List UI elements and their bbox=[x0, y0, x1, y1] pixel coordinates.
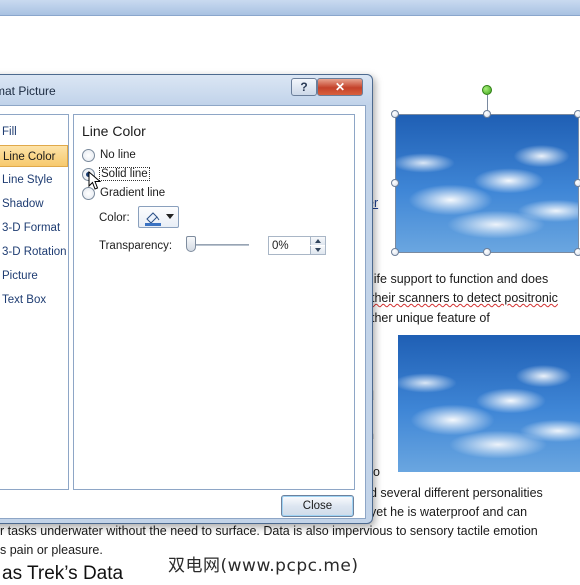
spin-up-button[interactable] bbox=[310, 237, 325, 245]
doc-heading: as Trek’s Data bbox=[2, 563, 124, 584]
category-shadow[interactable]: Shadow bbox=[0, 193, 68, 215]
doc-text-line: their scanners to detect positronic bbox=[371, 291, 558, 305]
help-icon: ? bbox=[300, 80, 308, 94]
no-line-option[interactable]: No line bbox=[82, 146, 136, 164]
category-picture[interactable]: Picture bbox=[0, 265, 68, 287]
dialog-titlebar[interactable]: mat Picture ? ✕ bbox=[0, 75, 372, 105]
doc-text-line: r tasks underwater without the need to s… bbox=[0, 524, 538, 538]
mouse-cursor-icon bbox=[88, 171, 102, 190]
resize-handle-e[interactable] bbox=[574, 179, 580, 187]
color-picker-button[interactable] bbox=[138, 206, 179, 228]
doc-text-line: s pain or pleasure. bbox=[0, 543, 103, 557]
format-picture-dialog: mat Picture ? ✕ Fill Line Color Line Sty… bbox=[0, 74, 373, 524]
doc-text-line: yet he is waterproof and can bbox=[370, 505, 528, 519]
transparency-slider-thumb[interactable] bbox=[186, 236, 196, 252]
resize-handle-sw[interactable] bbox=[391, 248, 399, 256]
category-line-style[interactable]: Line Style bbox=[0, 169, 68, 191]
panel-heading: Line Color bbox=[82, 123, 146, 139]
selection-frame bbox=[395, 114, 579, 253]
doc-text-line: life support to function and does bbox=[371, 272, 549, 286]
solid-line-label: Solid line bbox=[99, 167, 150, 181]
close-icon: ✕ bbox=[334, 80, 346, 94]
no-line-radio[interactable] bbox=[82, 148, 95, 162]
category-list: Fill Line Color Line Style Shadow 3-D Fo… bbox=[0, 114, 69, 490]
resize-handle-nw[interactable] bbox=[391, 110, 399, 118]
chevron-down-icon bbox=[166, 214, 174, 219]
close-x-button[interactable]: ✕ bbox=[317, 78, 363, 96]
doc-text-line: d several different personalities bbox=[370, 486, 543, 500]
help-button[interactable]: ? bbox=[291, 78, 317, 96]
transparency-spinbox[interactable]: 0% bbox=[268, 236, 326, 255]
resize-handle-n[interactable] bbox=[483, 110, 491, 118]
no-line-label: No line bbox=[100, 149, 136, 161]
doc-text-line: o bbox=[373, 465, 380, 479]
close-button[interactable]: Close bbox=[281, 495, 354, 517]
paint-bucket-icon bbox=[145, 212, 161, 226]
sky-picture[interactable] bbox=[398, 335, 580, 472]
resize-handle-w[interactable] bbox=[391, 179, 399, 187]
ribbon-strip bbox=[0, 0, 580, 16]
doc-text-squiggle: their scanners to detect positronic bbox=[371, 291, 558, 305]
transparency-value: 0% bbox=[272, 240, 289, 252]
resize-handle-se[interactable] bbox=[574, 248, 580, 256]
line-color-panel: Line Color No line Solid line Gradient l… bbox=[73, 114, 355, 490]
resize-handle-ne[interactable] bbox=[574, 110, 580, 118]
resize-handle-s[interactable] bbox=[483, 248, 491, 256]
dialog-title: mat Picture bbox=[0, 84, 56, 98]
watermark-text: 双电网(www.pcpc.me) bbox=[168, 556, 359, 576]
color-label: Color: bbox=[99, 212, 130, 224]
rotate-handle[interactable] bbox=[482, 85, 492, 95]
category-3d-rotation[interactable]: 3-D Rotation bbox=[0, 241, 68, 263]
category-3d-format[interactable]: 3-D Format bbox=[0, 217, 68, 239]
transparency-label: Transparency: bbox=[99, 240, 173, 252]
category-fill[interactable]: Fill bbox=[0, 121, 68, 143]
gradient-line-label: Gradient line bbox=[100, 187, 166, 199]
transparency-slider-track[interactable] bbox=[187, 244, 249, 246]
dialog-body: Fill Line Color Line Style Shadow 3-D Fo… bbox=[0, 105, 366, 519]
spin-down-button[interactable] bbox=[310, 246, 325, 254]
doc-text-line: ther unique feature of bbox=[371, 311, 490, 325]
category-line-color[interactable]: Line Color bbox=[0, 145, 68, 167]
category-text-box[interactable]: Text Box bbox=[0, 289, 68, 311]
